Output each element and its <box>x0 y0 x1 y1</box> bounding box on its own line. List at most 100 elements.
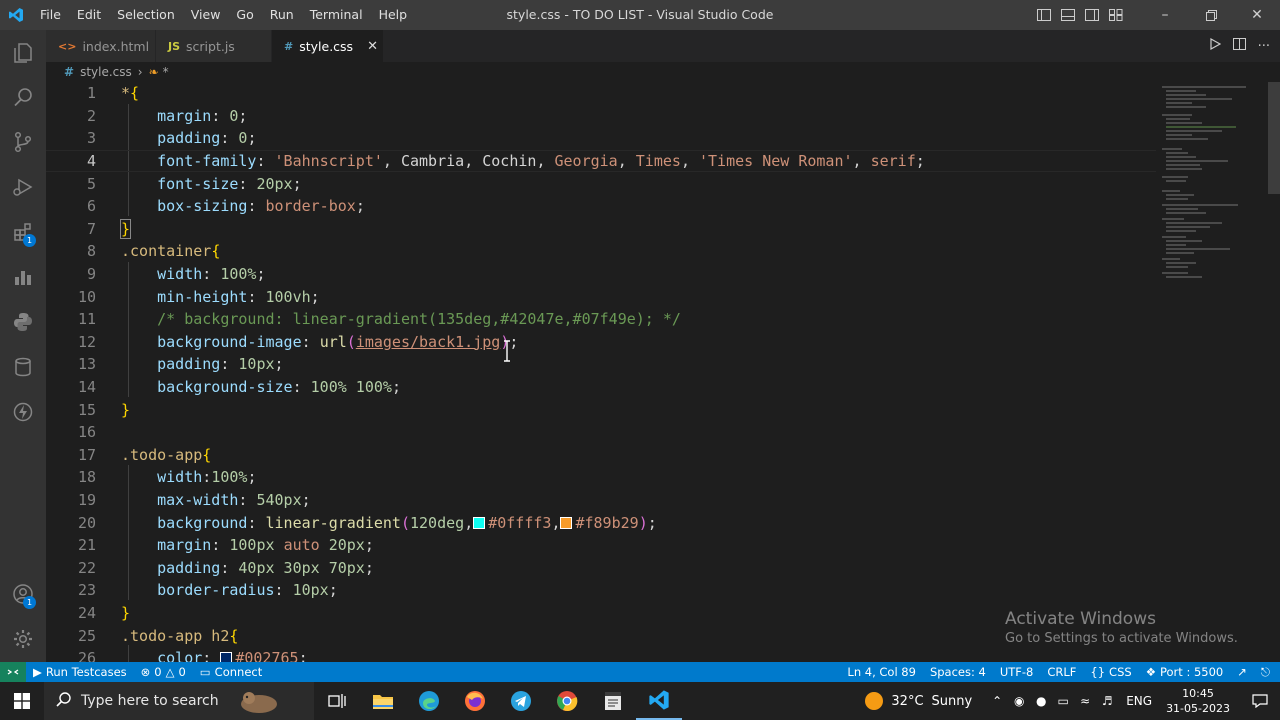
python-icon[interactable] <box>0 299 46 345</box>
code-line: 20 background: linear-gradient(120deg, #0… <box>46 511 1156 534</box>
code-editor[interactable]: 1 *{ 2 margin: 0; 3 padding: 0; 4 font-f… <box>46 82 1280 662</box>
code-line: 21 margin: 100px auto 20px; <box>46 534 1156 557</box>
minimap[interactable] <box>1160 82 1270 282</box>
value: Cochin <box>482 152 537 171</box>
menu-file[interactable]: File <box>32 0 69 30</box>
remote-icon[interactable] <box>0 662 26 682</box>
notifications-bell-icon[interactable]: ⎋ <box>1254 665 1280 680</box>
run-debug-icon[interactable] <box>0 164 46 210</box>
accounts-icon[interactable]: 1 <box>0 571 46 617</box>
color-swatch[interactable] <box>220 652 233 662</box>
live-share-icon[interactable] <box>0 389 46 435</box>
error-icon: ⊗ <box>140 665 151 679</box>
windows-start-button[interactable] <box>0 682 44 720</box>
clock[interactable]: 10:45 31-05-2023 <box>1166 686 1230 716</box>
source-control-icon[interactable] <box>0 119 46 165</box>
menu-selection[interactable]: Selection <box>109 0 183 30</box>
battery-icon[interactable]: ▭ <box>1052 694 1074 708</box>
menu-edit[interactable]: Edit <box>69 0 109 30</box>
tab-script-js[interactable]: JS script.js <box>156 30 272 62</box>
database-icon[interactable] <box>0 344 46 390</box>
vertical-scrollbar[interactable] <box>1268 82 1280 194</box>
property: background <box>157 513 248 532</box>
breadcrumb-symbol[interactable]: * <box>163 65 169 79</box>
live-server-port[interactable]: ❖ Port : 5500 <box>1139 665 1231 679</box>
code-line: 11 /* background: linear-gradient(135deg… <box>46 308 1156 331</box>
code-line: 26 color: #002765; <box>46 647 1156 662</box>
chevron-up-icon[interactable]: ⌃ <box>986 694 1008 708</box>
connect-button[interactable]: ▭ Connect <box>193 665 269 679</box>
notepad-app-icon[interactable] <box>590 682 636 720</box>
line-number: 6 <box>86 197 96 216</box>
more-actions-icon[interactable]: ··· <box>1258 39 1270 54</box>
minimize-button[interactable]: – <box>1142 0 1188 30</box>
restore-button[interactable] <box>1188 0 1234 30</box>
input-language[interactable]: ENG <box>1126 694 1152 708</box>
taskbar-search-box[interactable]: Type here to search <box>44 682 314 720</box>
gear-icon[interactable] <box>0 616 46 662</box>
language-mode[interactable]: {} CSS <box>1083 665 1138 679</box>
task-view-icon[interactable] <box>314 682 360 720</box>
broadcast-icon: ❖ <box>1145 665 1156 679</box>
url-link[interactable]: images/back1.jpg <box>356 333 501 351</box>
firefox-icon[interactable] <box>452 682 498 720</box>
menu-help[interactable]: Help <box>371 0 416 30</box>
notification-center-icon[interactable] <box>1240 694 1280 708</box>
close-window-button[interactable]: ✕ <box>1234 0 1280 30</box>
edge-browser-icon[interactable] <box>406 682 452 720</box>
menu-run[interactable]: Run <box>262 0 302 30</box>
code-line: 10 min-height: 100vh; <box>46 285 1156 308</box>
end-of-line[interactable]: CRLF <box>1040 665 1083 679</box>
weather-temperature: 32°C <box>891 693 924 709</box>
microphone-icon[interactable]: ● <box>1030 694 1052 708</box>
cursor-position[interactable]: Ln 4, Col 89 <box>840 665 923 679</box>
menu-view[interactable]: View <box>183 0 229 30</box>
weather-widget[interactable]: 32°C Sunny <box>865 692 972 710</box>
line-number: 14 <box>77 378 96 397</box>
search-icon[interactable] <box>0 74 46 120</box>
tab-index-html[interactable]: <> index.html <box>46 30 156 62</box>
telegram-icon[interactable] <box>498 682 544 720</box>
toggle-secondary-sidebar-icon[interactable] <box>1080 0 1104 30</box>
indentation[interactable]: Spaces: 4 <box>923 665 993 679</box>
color-swatch[interactable] <box>473 516 486 529</box>
toggle-sidebar-icon[interactable] <box>1032 0 1056 30</box>
split-editor-icon[interactable] <box>1232 38 1246 54</box>
customize-layout-icon[interactable] <box>1104 0 1128 30</box>
property: background-image <box>157 332 302 351</box>
selector: .container <box>121 242 212 261</box>
error-count: 0 <box>154 665 162 679</box>
extensions-icon[interactable]: 1 <box>0 209 46 255</box>
play-icon: ▶ <box>33 665 42 679</box>
brace: } <box>121 604 131 623</box>
value: 10px <box>238 355 275 374</box>
vscode-taskbar-icon[interactable] <box>636 682 682 720</box>
plug-icon: ▭ <box>199 665 211 679</box>
value: border-box <box>265 197 356 216</box>
encoding[interactable]: UTF-8 <box>993 665 1041 679</box>
camera-icon[interactable]: ◉ <box>1008 694 1030 708</box>
menu-terminal[interactable]: Terminal <box>302 0 371 30</box>
value: #f89b29 <box>575 513 639 532</box>
tab-style-css[interactable]: # style.css ✕ <box>272 30 384 62</box>
file-explorer-icon[interactable] <box>360 682 406 720</box>
close-tab-icon[interactable]: ✕ <box>367 39 378 54</box>
menu-go[interactable]: Go <box>228 0 261 30</box>
feedback-icon[interactable]: ↗ <box>1230 665 1254 679</box>
toggle-panel-icon[interactable] <box>1056 0 1080 30</box>
chrome-icon[interactable] <box>544 682 590 720</box>
watermark-subtitle: Go to Settings to activate Windows. <box>1005 631 1238 646</box>
wifi-icon[interactable]: ≈ <box>1074 694 1096 708</box>
explorer-icon[interactable] <box>0 30 46 76</box>
sun-icon <box>865 692 884 710</box>
property: padding <box>157 129 221 148</box>
problems-indicator[interactable]: ⊗ 0 △ 0 <box>134 665 193 679</box>
code-line: 6 box-sizing: border-box; <box>46 195 1156 218</box>
chart-icon[interactable] <box>0 254 46 300</box>
title-bar: File Edit Selection View Go Run Terminal… <box>0 0 1280 30</box>
volume-icon[interactable]: ♬ <box>1096 694 1118 708</box>
color-swatch[interactable] <box>560 516 573 529</box>
run-testcases-button[interactable]: ▶ Run Testcases <box>26 665 134 679</box>
run-file-icon[interactable] <box>1209 37 1221 54</box>
breadcrumb-file[interactable]: style.css <box>80 65 132 79</box>
